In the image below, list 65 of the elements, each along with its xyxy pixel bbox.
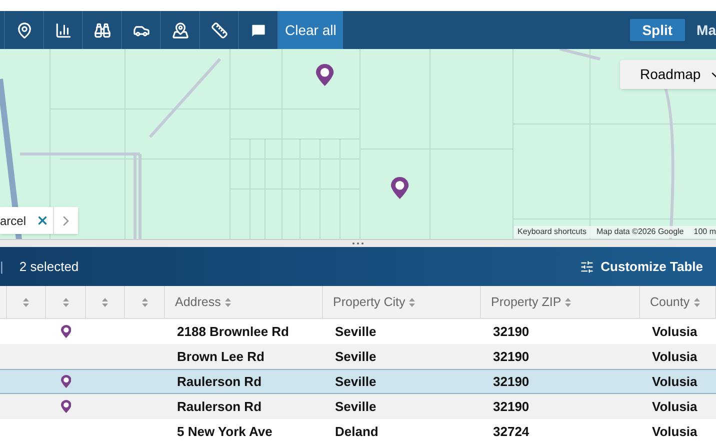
map-pin-icon: [172, 22, 188, 38]
table-row[interactable]: Raulerson Rd Seville 32190 Volusia: [0, 369, 716, 394]
table-cell-text: Volusia: [652, 398, 698, 416]
sort-icon: [565, 298, 572, 306]
binoculars-icon: [94, 22, 110, 38]
bar-chart-icon: [54, 22, 72, 38]
attribution-text: Keyboard shortcuts: [518, 226, 586, 238]
separator-text: |: [0, 258, 4, 276]
sort-icon: [62, 298, 68, 306]
column-label: Address: [175, 294, 221, 311]
map-marker-icon: [391, 177, 409, 199]
sort-icon: [409, 298, 416, 306]
column-label: County: [650, 294, 690, 311]
resize-handle[interactable]: [0, 239, 716, 247]
view-tab[interactable]: Split: [630, 19, 685, 41]
table-cell-text: 32190: [493, 372, 530, 391]
table-cell-text: 2188 Brownlee Rd: [177, 322, 289, 341]
table-cell-text: 32190: [493, 322, 530, 341]
table-cell-text: Seville: [335, 372, 376, 391]
table-cell-text: Raulerson Rd: [177, 372, 262, 391]
attribution-text: 100 m: [694, 226, 716, 238]
attribution-text: Map data ©2026 Google: [596, 226, 684, 238]
map-marker-icon: [316, 64, 334, 86]
sort-icon: [224, 298, 231, 306]
sort-icon: [23, 298, 29, 306]
table-cell-text: 5 New York Ave: [177, 422, 272, 441]
column-header[interactable]: Property City: [323, 286, 481, 318]
column-label: Property ZIP: [491, 294, 562, 311]
customize-table-button[interactable]: Customize Table: [580, 256, 703, 276]
grip-icon: [352, 242, 364, 245]
comment-icon: [250, 22, 266, 38]
table-cell-text: Volusia: [652, 348, 698, 366]
close-icon: [36, 214, 50, 227]
clear-all-button[interactable]: Clear all: [278, 11, 344, 49]
column-header[interactable]: Property ZIP: [481, 286, 640, 318]
sliders-icon: [580, 260, 594, 274]
ruler-icon: [210, 22, 228, 38]
sort-icon: [102, 298, 108, 306]
column-label: Property City: [333, 294, 406, 311]
table-cell-text: Volusia: [652, 372, 698, 391]
parcel-label: arcel: [0, 212, 28, 230]
table-cell-text: Raulerson Rd: [177, 398, 262, 416]
table-cell-text: 32190: [493, 348, 530, 366]
map-marker-icon: [60, 400, 72, 413]
table-row[interactable]: Brown Lee Rd Seville 32190 Volusia: [0, 344, 716, 369]
map-marker-icon: [60, 325, 72, 338]
table-cell-text: Seville: [335, 348, 376, 366]
table-cell-text: Seville: [335, 398, 376, 416]
column-header[interactable]: County: [640, 286, 716, 318]
table-cell-text: Seville: [335, 322, 376, 341]
table-cell-text: Volusia: [652, 322, 698, 341]
table-cell-text: Brown Lee Rd: [177, 348, 264, 366]
sort-icon: [694, 298, 700, 306]
map-type-dropdown[interactable]: Roadmap: [620, 60, 716, 89]
pin-icon: [16, 22, 32, 38]
column-header[interactable]: Address: [165, 286, 323, 318]
map-marker-icon: [60, 375, 72, 388]
table-cell-text: 32190: [493, 398, 530, 416]
selection-count: 2 selected: [19, 258, 79, 276]
table-cell-text: 32724: [493, 422, 530, 441]
table-cell-text: Volusia: [652, 422, 698, 441]
table-cell-text: Deland: [335, 422, 378, 441]
sort-icon: [142, 298, 148, 306]
view-tab[interactable]: Ma: [690, 19, 716, 41]
table-row[interactable]: Raulerson Rd Seville 32190 Volusia: [0, 394, 716, 419]
